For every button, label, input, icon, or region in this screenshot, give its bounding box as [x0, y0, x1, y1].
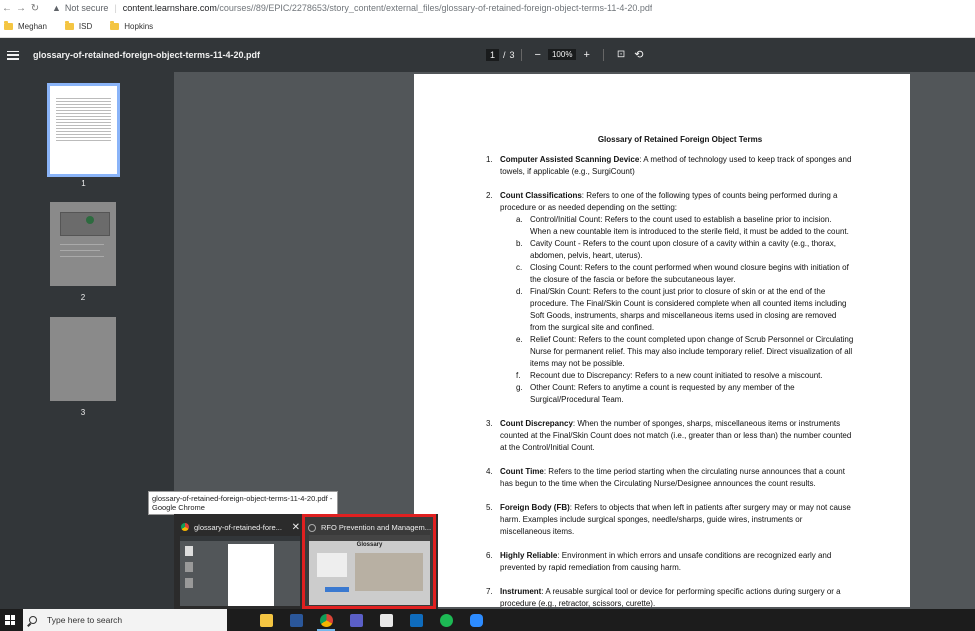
url-field[interactable]: content.learnshare.com/courses//89/EPIC/… [123, 3, 653, 13]
thumbnail-page-3[interactable]: 3 [50, 317, 116, 417]
thumbnail-image [50, 202, 116, 286]
list-item: 2. Count Classifications: Refers to one o… [486, 191, 854, 406]
url-host: content.learnshare.com [122, 3, 217, 13]
glossary-list: 1. Computer Assisted Scanning Device: A m… [486, 154, 854, 607]
sub-list-item: e. Relief Count: Refers to the count comp… [516, 335, 854, 368]
thumbnail-label: 1 [81, 179, 86, 188]
thumbnail-label: 2 [80, 293, 86, 302]
forward-icon[interactable]: → [14, 3, 28, 14]
thumbnail-image [50, 317, 116, 401]
chrome-icon[interactable] [311, 609, 341, 631]
divider: | [114, 3, 117, 13]
bookmark-hopkins[interactable]: Hopkins [110, 21, 154, 31]
notepad-icon[interactable] [371, 609, 401, 631]
page-separator: / [503, 49, 506, 60]
sub-list-item: d. Final/Skin Count: Refers to the count … [516, 287, 847, 332]
bookmarks-bar: Meghan ISD Hopkins [0, 16, 975, 38]
divider [602, 48, 604, 61]
sub-list-item: b. Cavity Count - Refers to the count upo… [516, 239, 836, 260]
preview-title: glossary-of-retained-fore... [194, 522, 282, 532]
back-icon[interactable]: ← [0, 3, 14, 14]
bookmark-isd[interactable]: ISD [64, 21, 93, 31]
list-item: 1. Computer Assisted Scanning Device: A m… [486, 155, 852, 176]
windows-taskbar: Type here to search [0, 609, 975, 631]
fit-page-icon[interactable]: ⊡ [617, 49, 625, 60]
file-explorer-icon[interactable] [251, 609, 281, 631]
reload-icon[interactable]: ↻ [28, 3, 42, 14]
outlook-icon[interactable] [401, 609, 431, 631]
thumbnail-page-2[interactable]: 2 [50, 202, 116, 302]
warning-icon[interactable]: ▲ [52, 3, 61, 13]
url-path: /courses//89/EPIC/2278653/story_content/… [216, 3, 653, 13]
pdf-toolbar: glossary-of-retained-foreign-object-term… [0, 38, 975, 72]
sub-list: a. Control/Initial Count: Refers to the c… [516, 214, 854, 406]
total-pages: 3 [509, 49, 515, 60]
sub-list-item: g. Other Count: Refers to anytime a count… [516, 383, 795, 404]
list-item: 5. Foreign Body (FB): Refers to objects t… [486, 503, 851, 536]
sub-list-item: a. Control/Initial Count: Refers to the c… [516, 215, 849, 236]
bookmark-label: Meghan [18, 22, 47, 31]
chrome-icon [181, 523, 189, 531]
pdf-file-name: glossary-of-retained-foreign-object-term… [33, 50, 261, 60]
close-icon[interactable]: ✕ [292, 522, 300, 533]
thumbnail-page-1[interactable]: 1 [47, 83, 120, 196]
list-item: 4. Count Time: Refers to the time period … [486, 467, 845, 488]
menu-icon[interactable] [7, 50, 19, 60]
taskbar-previews: glossary-of-retained-fore... ✕ RFO Preve… [174, 514, 438, 609]
thumbnail-sidebar: 1 2 3 [0, 72, 174, 609]
bookmark-label: ISD [78, 22, 93, 31]
list-item: 7. Instrument: A reusable surgical tool o… [486, 587, 841, 607]
window-preview-pdf[interactable]: glossary-of-retained-fore... ✕ [178, 514, 304, 609]
thumbnail-label: 3 [80, 408, 86, 417]
page-controls: 1 / 3 − 100% + ⊡ ⟲ [486, 48, 651, 61]
taskbar-search-input[interactable]: Type here to search [23, 609, 227, 631]
bookmark-label: Hopkins [124, 22, 154, 31]
pdf-page: Glossary of Retained Foreign Object Term… [414, 74, 910, 607]
not-secure-label[interactable]: Not secure [65, 3, 109, 13]
teams-icon[interactable] [341, 609, 371, 631]
preview-thumbnail [180, 536, 300, 606]
folder-icon [4, 21, 13, 30]
loading-icon [308, 523, 316, 532]
page-number-input[interactable]: 1 [486, 48, 500, 61]
taskbar-tooltip: glossary-of-retained-foreign-object-term… [148, 491, 338, 515]
folder-icon [110, 21, 120, 30]
preview-thumbnail: Glossary [309, 535, 430, 605]
sub-list-item: f. Recount due to Discrepancy: Refers to … [516, 371, 823, 380]
bookmark-meghan[interactable]: Meghan [4, 21, 47, 31]
word-icon[interactable] [281, 609, 311, 631]
divider [520, 48, 522, 61]
preview-heading: Glossary [356, 542, 383, 548]
zoom-icon[interactable] [461, 609, 491, 631]
windows-start-icon[interactable] [5, 615, 15, 625]
folder-icon [64, 21, 74, 30]
document-title: Glossary of Retained Foreign Object Term… [597, 135, 763, 144]
address-bar: ← → ↻ ▲ Not secure | content.learnshare.… [0, 0, 975, 16]
zoom-in-button[interactable]: + [583, 49, 589, 61]
rotate-icon[interactable]: ⟲ [634, 48, 643, 61]
preview-title: RFO Prevention and Managem... [321, 523, 432, 532]
spotify-icon[interactable] [431, 609, 461, 631]
sub-list-item: c. Closing Count: Refers to the count per… [516, 263, 849, 284]
zoom-out-button[interactable]: − [535, 49, 541, 61]
list-item: 6. Highly Reliable: Environment in which … [486, 551, 832, 572]
search-placeholder: Type here to search [47, 615, 123, 625]
search-icon [29, 616, 37, 624]
thumbnail-image [47, 83, 120, 177]
window-preview-rfo[interactable]: RFO Prevention and Managem... Glossary [302, 514, 436, 609]
list-item: 3. Count Discrepancy: When the number of … [486, 419, 852, 452]
zoom-input[interactable]: 100% [547, 49, 577, 60]
